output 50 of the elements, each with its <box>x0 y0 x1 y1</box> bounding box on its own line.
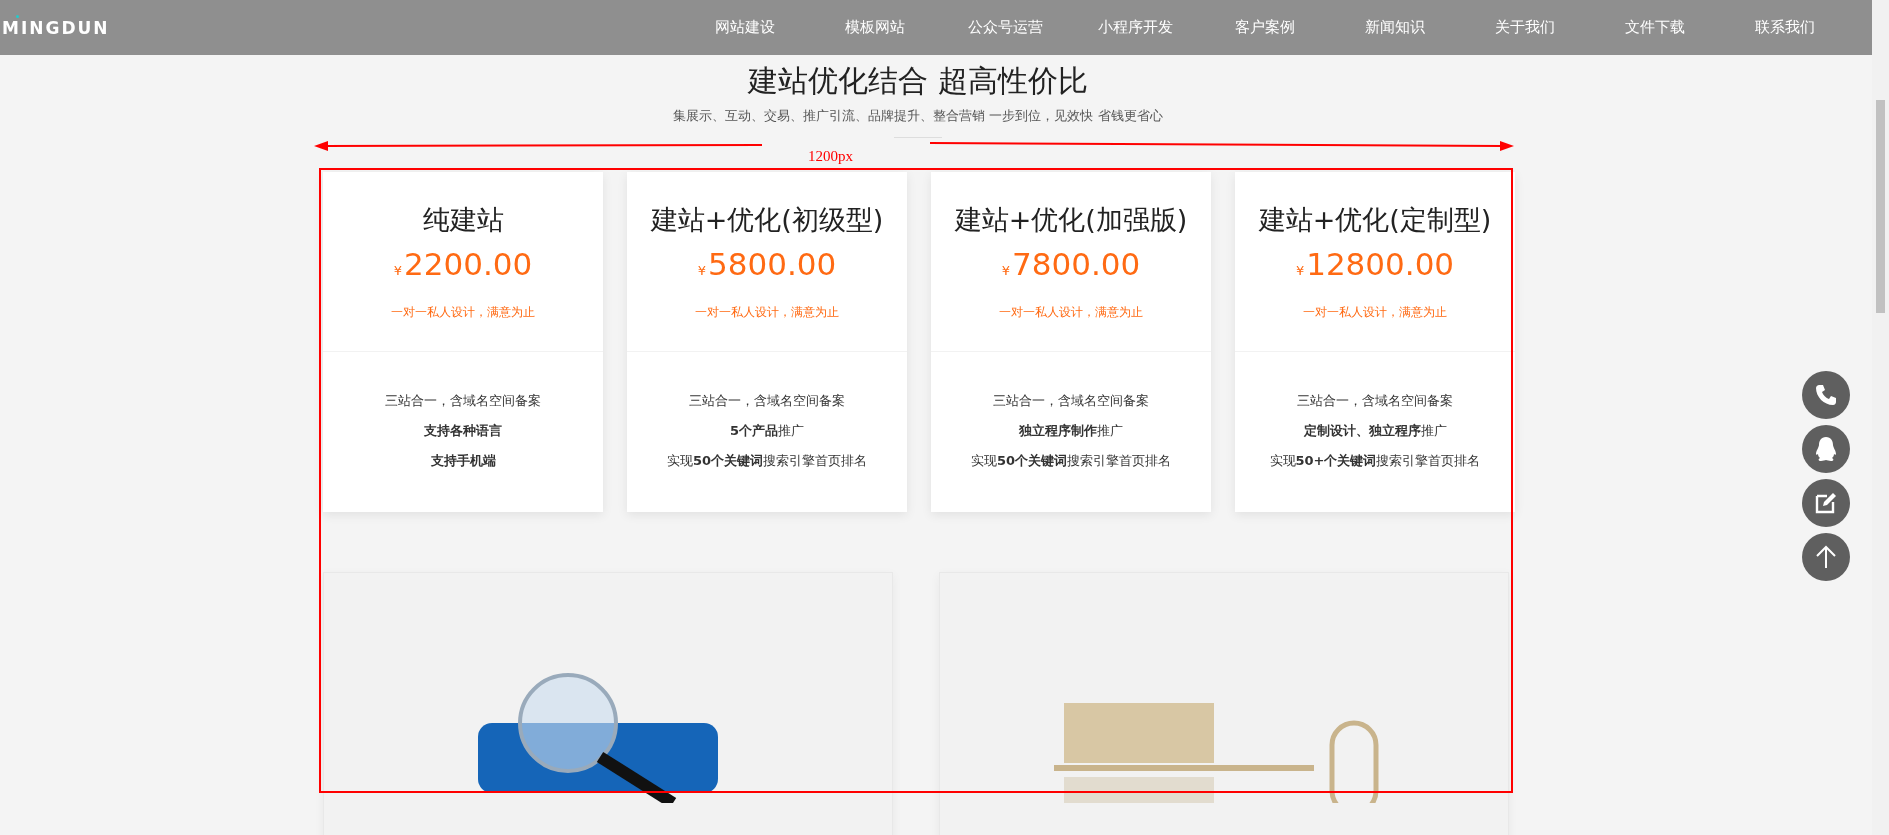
currency-symbol: ¥ <box>1001 263 1011 278</box>
plan-feature: 定制设计、独立程序推广 <box>1302 422 1448 440</box>
plan-price: 12800.00 <box>1306 246 1455 282</box>
nav-link[interactable]: 小程序开发 <box>1070 18 1200 37</box>
chat-button[interactable] <box>1802 425 1850 473</box>
plan-feature: 支持各种语言 <box>423 422 503 440</box>
plan-name: 纯建站 <box>421 203 505 237</box>
currency-symbol: ¥ <box>1295 263 1305 278</box>
section-title: 建站优化结合 超高性价比 <box>746 63 1089 99</box>
plan-note: 一对一私人设计，满意为止 <box>390 304 536 321</box>
plan-feature: 三站合一，含域名空间备案 <box>1296 392 1454 410</box>
plan-name: 建站+优化(初级型) <box>649 203 885 237</box>
currency-symbol: ¥ <box>697 263 707 278</box>
back-to-top-button[interactable] <box>1802 533 1850 581</box>
plan-feature: 独立程序制作推广 <box>1018 422 1124 440</box>
nav-link[interactable]: 文件下载 <box>1590 18 1720 37</box>
plan-feature: 实现50+个关键词搜索引擎首页排名 <box>1268 452 1482 470</box>
plan-feature: 实现50个关键词搜索引擎首页排名 <box>665 452 869 470</box>
nav-link[interactable]: 模板网站 <box>810 18 940 37</box>
section-subtitle: 集展示、互动、交易、推广引流、品牌提升、整合营销 一步到位，见效快 省钱更省心 <box>672 107 1164 125</box>
scrollbar-thumb[interactable] <box>1876 100 1885 313</box>
plan-name: 建站+优化(加强版) <box>953 203 1189 237</box>
plan-feature: 三站合一，含域名空间备案 <box>688 392 846 410</box>
up-arrow-icon <box>1815 545 1837 569</box>
plan-name: 建站+优化(定制型) <box>1257 203 1493 237</box>
plan-price: 5800.00 <box>708 246 837 282</box>
nav-link[interactable]: 新闻知识 <box>1330 18 1460 37</box>
plan-feature: 5个产品推广 <box>728 422 805 440</box>
plan-note: 一对一私人设计，满意为止 <box>1302 304 1448 321</box>
nav-link[interactable]: 联系我们 <box>1720 18 1850 37</box>
nav-link[interactable]: 网站建设 <box>680 18 810 37</box>
currency-symbol: ¥ <box>393 263 403 278</box>
phone-icon <box>1814 383 1838 407</box>
penguin-icon <box>1814 436 1838 462</box>
logo[interactable]: MINGDUN <box>2 17 110 38</box>
nav-link[interactable]: 客户案例 <box>1200 18 1330 37</box>
plan-feature: 支持手机端 <box>429 452 497 470</box>
plan-feature: 三站合一，含域名空间备案 <box>992 392 1150 410</box>
annotation-label: 1200px <box>808 147 853 165</box>
nav-link[interactable]: 关于我们 <box>1460 18 1590 37</box>
plan-note: 一对一私人设计，满意为止 <box>694 304 840 321</box>
phone-button[interactable] <box>1802 371 1850 419</box>
plan-price: 7800.00 <box>1012 246 1141 282</box>
message-button[interactable] <box>1802 479 1850 527</box>
edit-icon <box>1814 491 1838 515</box>
nav-link[interactable]: 公众号运营 <box>940 18 1070 37</box>
plan-price: 2200.00 <box>404 246 533 282</box>
plan-note: 一对一私人设计，满意为止 <box>998 304 1144 321</box>
plan-feature: 三站合一，含域名空间备案 <box>384 392 542 410</box>
plan-feature: 实现50个关键词搜索引擎首页排名 <box>969 452 1173 470</box>
